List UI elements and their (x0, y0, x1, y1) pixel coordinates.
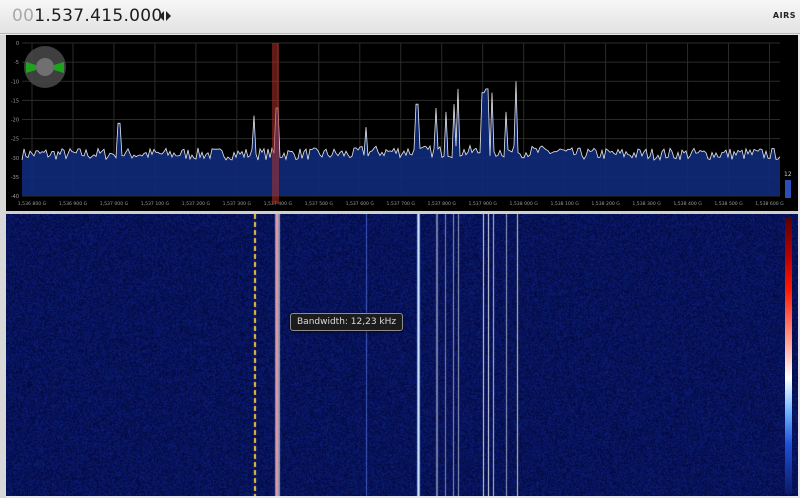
vfo-bandwidth-marker[interactable] (272, 43, 279, 204)
waterfall-canvas (6, 214, 798, 496)
x-tick-label: 1,537 600 G (346, 201, 375, 207)
y-axis-labels: 0 -5 -10 -15 -20 -25 -30 -35 -40 (11, 41, 19, 200)
frequency-value: 1.537.415.000 (34, 6, 163, 26)
x-tick-label: 1,536 800 G (18, 201, 47, 207)
y-tick-label: -30 (11, 156, 19, 162)
x-tick-label: 1,537 500 G (305, 201, 334, 207)
x-tick-label: 1,538 300 G (632, 201, 661, 207)
x-tick-label: 1,538 000 G (509, 201, 538, 207)
level-bar[interactable] (785, 180, 791, 198)
x-axis-labels: 1,536 800 G 1,536 900 G 1,537 000 G 1,537 1… (18, 201, 784, 207)
x-tick-label: 1,537 900 G (468, 201, 497, 207)
x-tick-label: 1,538 100 G (550, 201, 579, 207)
x-tick-label: 1,538 500 G (714, 201, 743, 207)
y-tick-label: -40 (11, 194, 19, 200)
airspy-logo: AIRS (772, 11, 796, 20)
y-tick-label: -10 (11, 79, 19, 85)
x-tick-label: 1,536 900 G (59, 201, 88, 207)
y-tick-label: 0 (16, 41, 19, 47)
y-tick-label: -35 (11, 175, 19, 181)
x-tick-label: 1,537 300 G (223, 201, 252, 207)
x-tick-label: 1,538 600 G (755, 201, 784, 207)
y-tick-label: -5 (14, 60, 19, 66)
x-tick-label: 1,538 400 G (673, 201, 702, 207)
zoom-dial-icon[interactable] (24, 46, 66, 88)
toolbar: 001.537.415.000 AIRS (0, 0, 800, 34)
waterfall-display[interactable] (6, 214, 798, 496)
waterfall-color-scale (785, 218, 792, 494)
x-tick-label: 1,537 700 G (387, 201, 416, 207)
level-value: 12 (784, 171, 792, 178)
y-tick-label: -20 (11, 118, 19, 124)
x-tick-label: 1,537 200 G (182, 201, 211, 207)
x-tick-label: 1,537 000 G (100, 201, 129, 207)
x-tick-label: 1,537 800 G (428, 201, 457, 207)
spectrum-display[interactable]: 0-5-10-15-20-25-30-35-40 1,536 800 G 1,53… (6, 35, 798, 211)
x-tick-label: 1,537 100 G (141, 201, 170, 207)
x-tick-label: 1,538 200 G (591, 201, 620, 207)
frequency-display[interactable]: 001.537.415.000 (12, 6, 163, 26)
frequency-prefix: 00 (12, 6, 35, 26)
bandwidth-tooltip: Bandwidth: 12,23 kHz (290, 313, 404, 331)
frequency-step-arrows-icon[interactable] (158, 10, 172, 22)
y-tick-label: -25 (11, 137, 19, 143)
y-tick-label: -15 (11, 98, 19, 104)
